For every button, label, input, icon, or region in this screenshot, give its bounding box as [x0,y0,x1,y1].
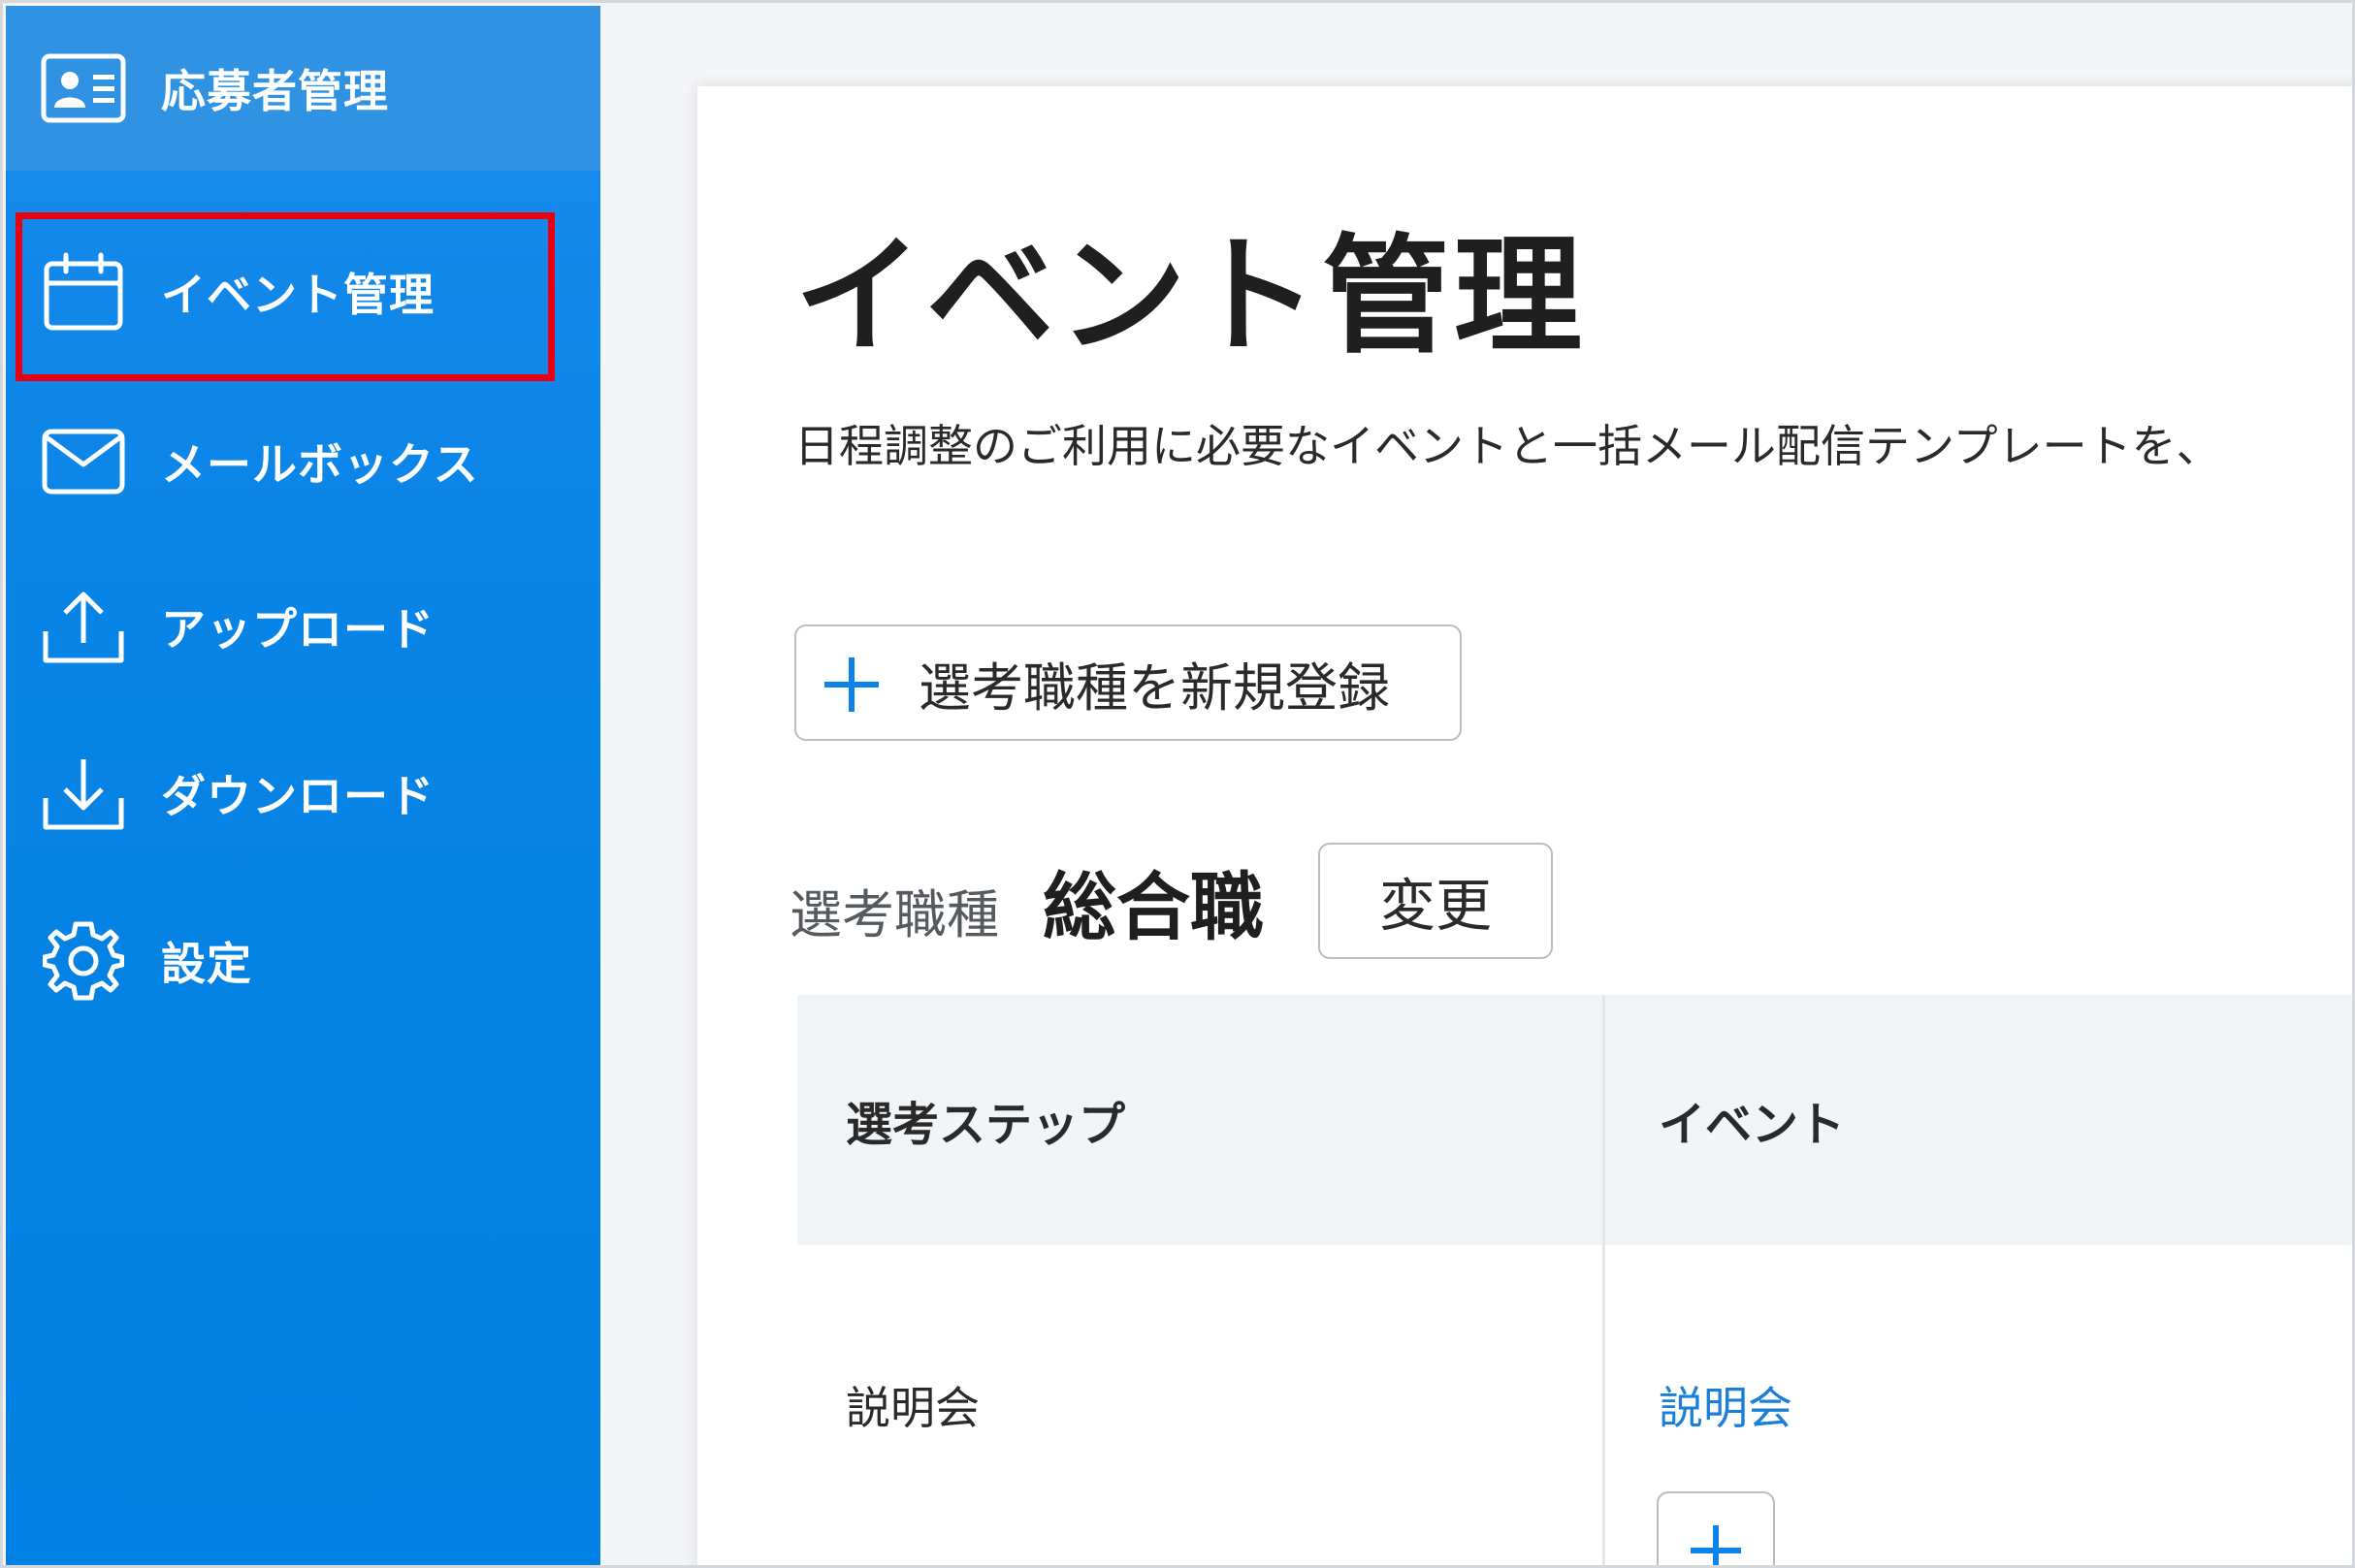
mail-icon [40,418,127,505]
add-job-type-label: 選考職種を新規登録 [919,656,1390,719]
sidebar-item-label: イベント管理 [161,269,435,321]
calendar-icon [40,248,127,336]
gear-icon [40,917,127,1005]
add-job-type-button[interactable]: 選考職種を新規登録 [794,624,1462,741]
table-header: 選考ステップ イベント [797,995,2352,1245]
page-title: イベント管理 [794,222,1586,371]
app-window: 応募者管理 イベント管理 メールボックス アップロード ダウンロード 設定 イベ… [0,0,2355,1568]
sidebar-item-label: メールボックス [161,438,479,491]
column-divider [1602,995,1605,1565]
plus-icon [824,657,879,712]
sidebar-item-label: 設定 [161,938,252,990]
sidebar-item-applicants[interactable]: 応募者管理 [6,6,600,171]
plus-icon [1691,1525,1741,1565]
event-table: 選考ステップ イベント 説明会 説明会 [797,995,2352,1565]
sidebar-item-upload[interactable]: アップロード [6,544,600,709]
upload-icon [40,583,127,670]
column-header-event: イベント [1659,1098,1846,1152]
column-header-step: 選考ステップ [846,1098,1126,1152]
sidebar-item-mailbox[interactable]: メールボックス [6,379,600,544]
sidebar-item-settings[interactable]: 設定 [6,879,600,1043]
table-cell-step: 説明会 [846,1382,980,1434]
sidebar-item-download[interactable]: ダウンロード [6,711,600,876]
sidebar-item-label: 応募者管理 [161,65,389,117]
job-type-label: 選考職種 [790,884,999,945]
sidebar-item-label: ダウンロード [161,770,435,822]
event-link[interactable]: 説明会 [1659,1373,1792,1437]
job-type-value: 総合職 [1043,864,1264,950]
sidebar-item-label: アップロード [161,603,435,656]
main-panel: イベント管理 日程調整のご利用に必要なイベントと一括メール配信テンプレートを、 … [697,86,2352,1565]
page-description: 日程調整のご利用に必要なイベントと一括メール配信テンプレートを、 [794,420,2221,472]
sidebar: 応募者管理 イベント管理 メールボックス アップロード ダウンロード 設定 [6,6,600,1565]
download-icon [40,750,127,837]
change-button[interactable]: 変更 [1318,843,1553,959]
id-card-icon [40,45,127,132]
sidebar-item-event-management[interactable]: イベント管理 [6,209,600,374]
add-event-button[interactable] [1657,1491,1775,1565]
